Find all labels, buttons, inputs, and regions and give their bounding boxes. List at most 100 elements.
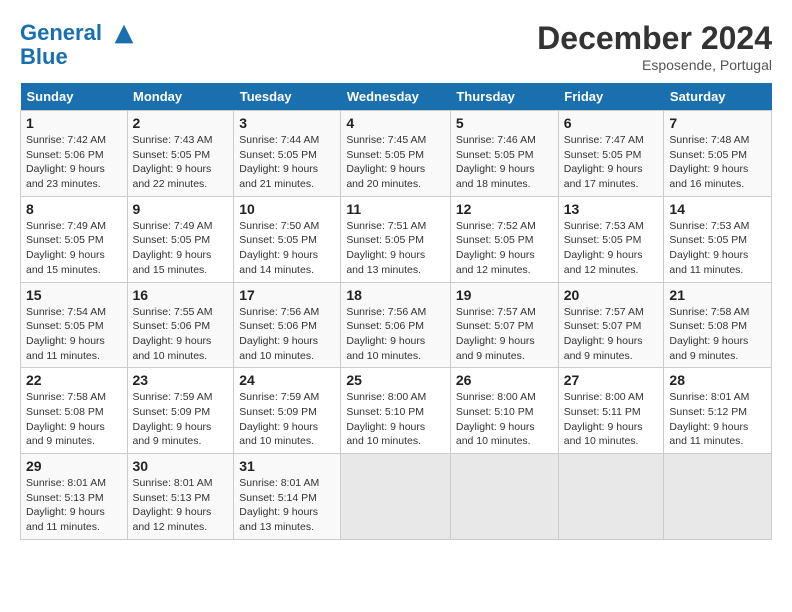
- day-number: 26: [456, 372, 553, 388]
- calendar-day-cell: [450, 454, 558, 540]
- calendar-header-cell: Sunday: [21, 83, 128, 111]
- calendar-day-cell: 3 Sunrise: 7:44 AMSunset: 5:05 PMDayligh…: [234, 111, 341, 197]
- calendar-day-cell: 25 Sunrise: 8:00 AMSunset: 5:10 PMDaylig…: [341, 368, 451, 454]
- calendar-header-row: SundayMondayTuesdayWednesdayThursdayFrid…: [21, 83, 772, 111]
- day-info: Sunrise: 8:01 AMSunset: 5:13 PMDaylight:…: [133, 477, 213, 533]
- day-info: Sunrise: 7:49 AMSunset: 5:05 PMDaylight:…: [26, 220, 106, 276]
- logo-icon: [110, 20, 138, 48]
- day-info: Sunrise: 8:01 AMSunset: 5:14 PMDaylight:…: [239, 477, 319, 533]
- day-number: 27: [564, 372, 659, 388]
- day-number: 2: [133, 115, 229, 131]
- calendar-day-cell: 2 Sunrise: 7:43 AMSunset: 5:05 PMDayligh…: [127, 111, 234, 197]
- day-number: 22: [26, 372, 122, 388]
- day-info: Sunrise: 7:48 AMSunset: 5:05 PMDaylight:…: [669, 134, 749, 190]
- day-number: 18: [346, 287, 445, 303]
- calendar-day-cell: 29 Sunrise: 8:01 AMSunset: 5:13 PMDaylig…: [21, 454, 128, 540]
- day-info: Sunrise: 8:00 AMSunset: 5:10 PMDaylight:…: [346, 391, 426, 447]
- page-header: General Blue December 2024 Esposende, Po…: [20, 20, 772, 73]
- calendar-day-cell: 20 Sunrise: 7:57 AMSunset: 5:07 PMDaylig…: [558, 282, 664, 368]
- day-number: 17: [239, 287, 335, 303]
- calendar-day-cell: 16 Sunrise: 7:55 AMSunset: 5:06 PMDaylig…: [127, 282, 234, 368]
- day-number: 28: [669, 372, 766, 388]
- month-title: December 2024: [537, 20, 772, 57]
- day-info: Sunrise: 7:58 AMSunset: 5:08 PMDaylight:…: [26, 391, 106, 447]
- day-info: Sunrise: 7:54 AMSunset: 5:05 PMDaylight:…: [26, 306, 106, 362]
- day-info: Sunrise: 7:56 AMSunset: 5:06 PMDaylight:…: [239, 306, 319, 362]
- day-info: Sunrise: 7:51 AMSunset: 5:05 PMDaylight:…: [346, 220, 426, 276]
- day-number: 15: [26, 287, 122, 303]
- logo: General Blue: [20, 20, 138, 70]
- calendar-header-cell: Tuesday: [234, 83, 341, 111]
- calendar-day-cell: [664, 454, 772, 540]
- calendar-day-cell: 21 Sunrise: 7:58 AMSunset: 5:08 PMDaylig…: [664, 282, 772, 368]
- day-number: 1: [26, 115, 122, 131]
- calendar-day-cell: 1 Sunrise: 7:42 AMSunset: 5:06 PMDayligh…: [21, 111, 128, 197]
- calendar-header-cell: Monday: [127, 83, 234, 111]
- calendar-day-cell: 18 Sunrise: 7:56 AMSunset: 5:06 PMDaylig…: [341, 282, 451, 368]
- day-number: 11: [346, 201, 445, 217]
- day-info: Sunrise: 7:59 AMSunset: 5:09 PMDaylight:…: [239, 391, 319, 447]
- calendar-week-row: 1 Sunrise: 7:42 AMSunset: 5:06 PMDayligh…: [21, 111, 772, 197]
- day-number: 12: [456, 201, 553, 217]
- day-info: Sunrise: 7:47 AMSunset: 5:05 PMDaylight:…: [564, 134, 644, 190]
- calendar-day-cell: 17 Sunrise: 7:56 AMSunset: 5:06 PMDaylig…: [234, 282, 341, 368]
- calendar-day-cell: 5 Sunrise: 7:46 AMSunset: 5:05 PMDayligh…: [450, 111, 558, 197]
- day-info: Sunrise: 7:57 AMSunset: 5:07 PMDaylight:…: [456, 306, 536, 362]
- calendar-day-cell: 28 Sunrise: 8:01 AMSunset: 5:12 PMDaylig…: [664, 368, 772, 454]
- day-number: 9: [133, 201, 229, 217]
- calendar-day-cell: 9 Sunrise: 7:49 AMSunset: 5:05 PMDayligh…: [127, 196, 234, 282]
- day-info: Sunrise: 8:00 AMSunset: 5:11 PMDaylight:…: [564, 391, 644, 447]
- day-number: 29: [26, 458, 122, 474]
- location: Esposende, Portugal: [537, 57, 772, 73]
- day-info: Sunrise: 7:59 AMSunset: 5:09 PMDaylight:…: [133, 391, 213, 447]
- day-info: Sunrise: 8:01 AMSunset: 5:13 PMDaylight:…: [26, 477, 106, 533]
- day-number: 8: [26, 201, 122, 217]
- calendar-day-cell: 8 Sunrise: 7:49 AMSunset: 5:05 PMDayligh…: [21, 196, 128, 282]
- day-info: Sunrise: 7:42 AMSunset: 5:06 PMDaylight:…: [26, 134, 106, 190]
- calendar-day-cell: 13 Sunrise: 7:53 AMSunset: 5:05 PMDaylig…: [558, 196, 664, 282]
- title-block: December 2024 Esposende, Portugal: [537, 20, 772, 73]
- calendar-day-cell: 7 Sunrise: 7:48 AMSunset: 5:05 PMDayligh…: [664, 111, 772, 197]
- calendar-day-cell: 19 Sunrise: 7:57 AMSunset: 5:07 PMDaylig…: [450, 282, 558, 368]
- day-info: Sunrise: 8:00 AMSunset: 5:10 PMDaylight:…: [456, 391, 536, 447]
- calendar-header-cell: Saturday: [664, 83, 772, 111]
- day-info: Sunrise: 7:56 AMSunset: 5:06 PMDaylight:…: [346, 306, 426, 362]
- calendar-header-cell: Thursday: [450, 83, 558, 111]
- day-number: 21: [669, 287, 766, 303]
- day-number: 13: [564, 201, 659, 217]
- day-number: 31: [239, 458, 335, 474]
- day-number: 20: [564, 287, 659, 303]
- calendar-body: 1 Sunrise: 7:42 AMSunset: 5:06 PMDayligh…: [21, 111, 772, 540]
- calendar-day-cell: 27 Sunrise: 8:00 AMSunset: 5:11 PMDaylig…: [558, 368, 664, 454]
- day-info: Sunrise: 7:53 AMSunset: 5:05 PMDaylight:…: [564, 220, 644, 276]
- day-number: 6: [564, 115, 659, 131]
- day-number: 4: [346, 115, 445, 131]
- day-number: 19: [456, 287, 553, 303]
- day-info: Sunrise: 7:49 AMSunset: 5:05 PMDaylight:…: [133, 220, 213, 276]
- day-info: Sunrise: 7:57 AMSunset: 5:07 PMDaylight:…: [564, 306, 644, 362]
- day-info: Sunrise: 7:53 AMSunset: 5:05 PMDaylight:…: [669, 220, 749, 276]
- calendar-day-cell: 14 Sunrise: 7:53 AMSunset: 5:05 PMDaylig…: [664, 196, 772, 282]
- calendar-week-row: 22 Sunrise: 7:58 AMSunset: 5:08 PMDaylig…: [21, 368, 772, 454]
- day-number: 23: [133, 372, 229, 388]
- calendar-table: SundayMondayTuesdayWednesdayThursdayFrid…: [20, 83, 772, 540]
- day-number: 7: [669, 115, 766, 131]
- day-info: Sunrise: 7:44 AMSunset: 5:05 PMDaylight:…: [239, 134, 319, 190]
- calendar-day-cell: 11 Sunrise: 7:51 AMSunset: 5:05 PMDaylig…: [341, 196, 451, 282]
- calendar-day-cell: 4 Sunrise: 7:45 AMSunset: 5:05 PMDayligh…: [341, 111, 451, 197]
- day-info: Sunrise: 7:45 AMSunset: 5:05 PMDaylight:…: [346, 134, 426, 190]
- day-number: 16: [133, 287, 229, 303]
- day-info: Sunrise: 7:52 AMSunset: 5:05 PMDaylight:…: [456, 220, 536, 276]
- calendar-day-cell: 23 Sunrise: 7:59 AMSunset: 5:09 PMDaylig…: [127, 368, 234, 454]
- calendar-day-cell: 24 Sunrise: 7:59 AMSunset: 5:09 PMDaylig…: [234, 368, 341, 454]
- calendar-day-cell: [341, 454, 451, 540]
- day-number: 5: [456, 115, 553, 131]
- calendar-day-cell: 26 Sunrise: 8:00 AMSunset: 5:10 PMDaylig…: [450, 368, 558, 454]
- day-number: 30: [133, 458, 229, 474]
- calendar-day-cell: 10 Sunrise: 7:50 AMSunset: 5:05 PMDaylig…: [234, 196, 341, 282]
- calendar-week-row: 29 Sunrise: 8:01 AMSunset: 5:13 PMDaylig…: [21, 454, 772, 540]
- calendar-header-cell: Friday: [558, 83, 664, 111]
- day-info: Sunrise: 7:58 AMSunset: 5:08 PMDaylight:…: [669, 306, 749, 362]
- day-info: Sunrise: 7:50 AMSunset: 5:05 PMDaylight:…: [239, 220, 319, 276]
- day-info: Sunrise: 8:01 AMSunset: 5:12 PMDaylight:…: [669, 391, 749, 447]
